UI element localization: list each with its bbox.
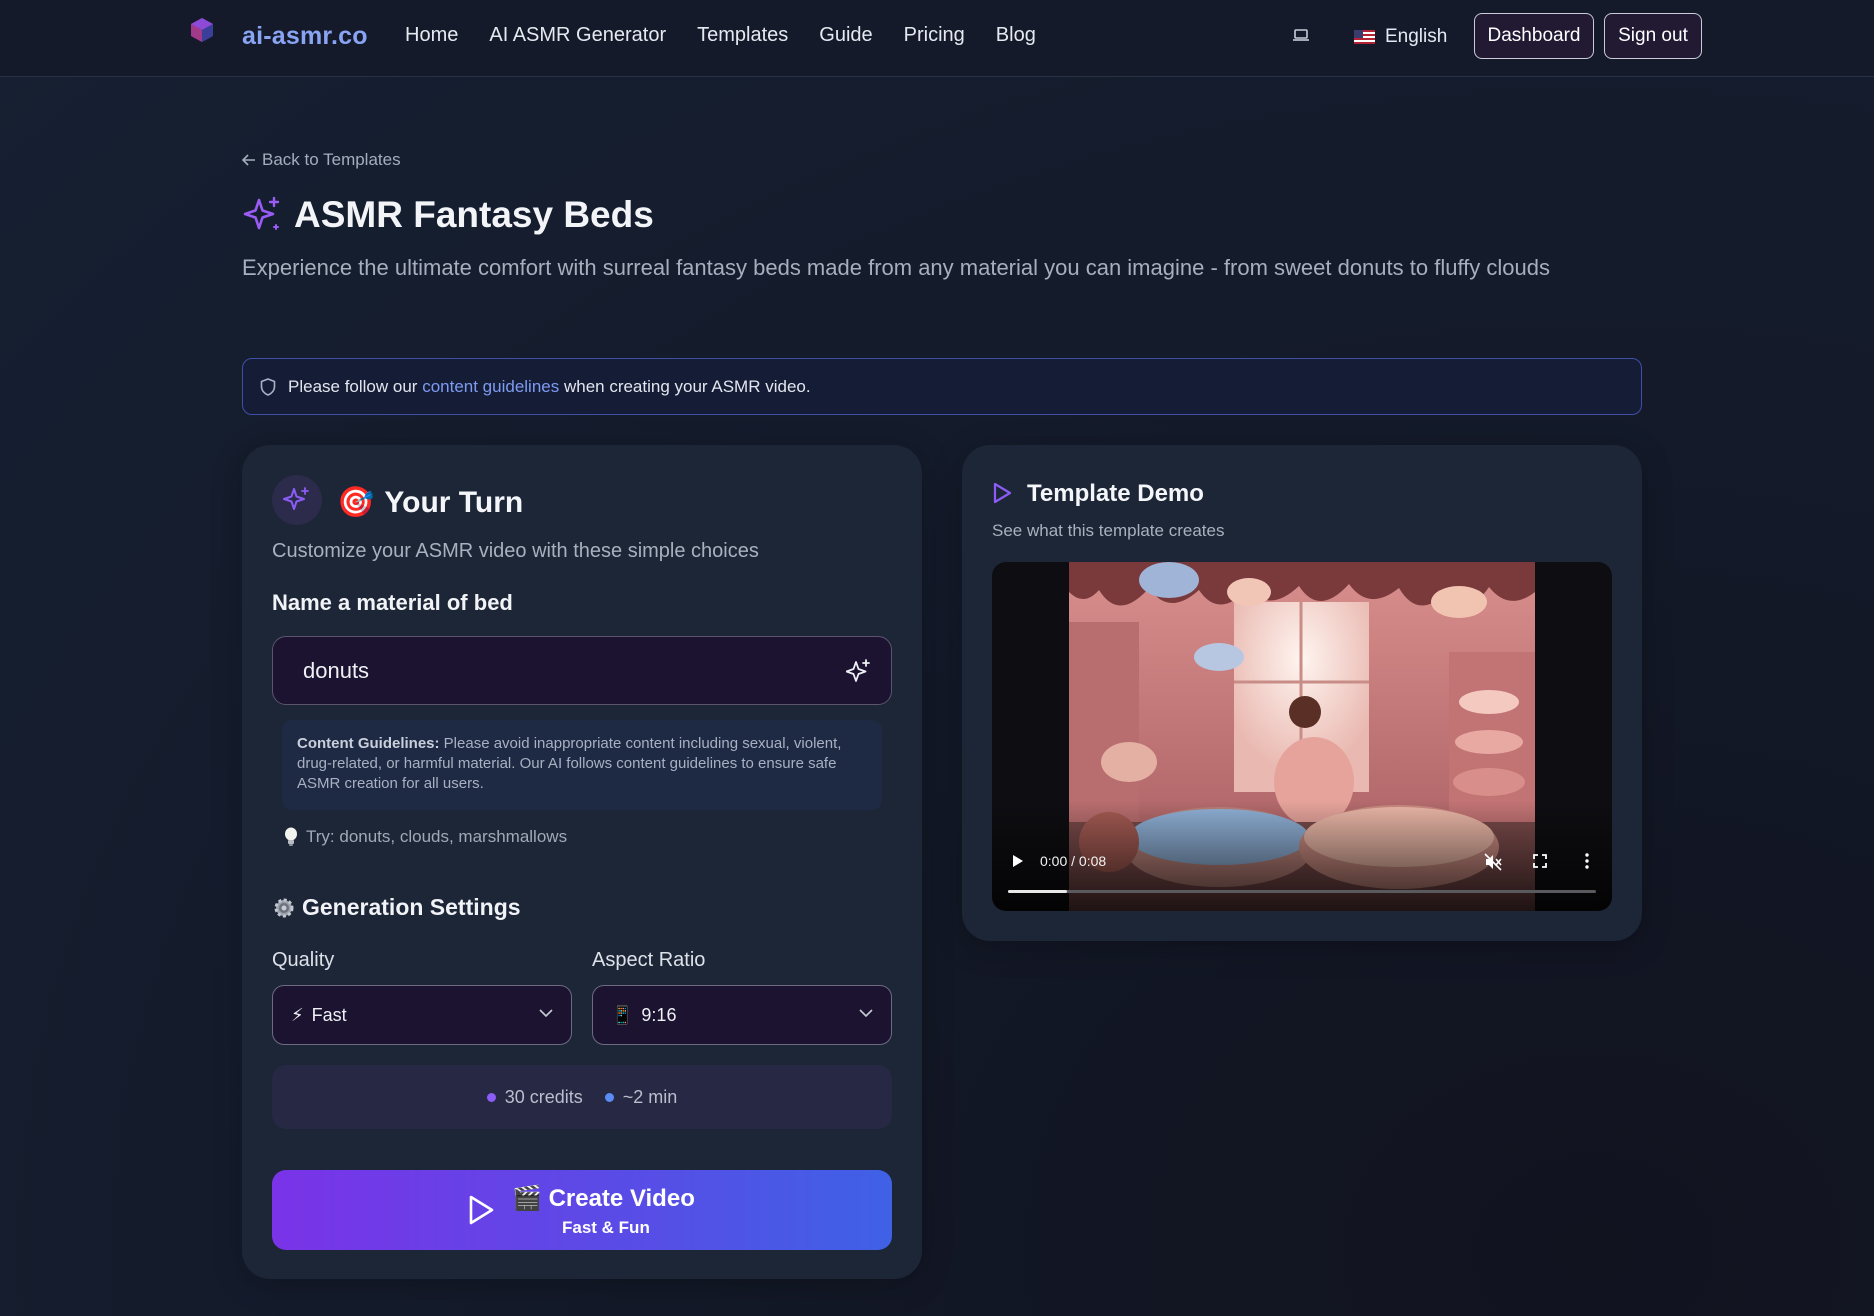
your-turn-heading: Your Turn	[384, 485, 524, 519]
demo-video-player[interactable]: 0:00 / 0:08	[992, 562, 1612, 911]
video-time: 0:00 / 0:08	[1040, 853, 1107, 869]
language-selector[interactable]: English	[1354, 26, 1447, 48]
play-outline-icon	[993, 482, 1012, 504]
video-progress-fill	[1008, 890, 1067, 893]
your-turn-title: 🎯 Your Turn	[337, 485, 523, 520]
your-turn-badge	[272, 475, 322, 525]
sign-out-button[interactable]: Sign out	[1604, 13, 1702, 59]
phone-icon: 📱	[611, 1004, 634, 1025]
try-suggestions: Try: donuts, clouds, marshmallows	[284, 827, 567, 847]
content-guidelines-notice: Please follow our content guidelines whe…	[242, 358, 1642, 415]
aspect-ratio-value: 9:16	[641, 1004, 677, 1025]
create-video-button[interactable]: 🎬 Create Video Fast & Fun	[272, 1170, 892, 1250]
video-progress-bar[interactable]	[1008, 890, 1596, 893]
page-title: ASMR Fantasy Beds	[294, 194, 654, 235]
duration-stat: ~2 min	[604, 1086, 678, 1108]
content-guidelines-link[interactable]: content guidelines	[422, 377, 559, 396]
play-icon	[469, 1195, 494, 1225]
nav-guide[interactable]: Guide	[819, 24, 872, 47]
guidelines-heading: Content Guidelines:	[297, 735, 440, 752]
chevron-down-icon	[539, 1009, 553, 1018]
shield-icon	[260, 377, 276, 396]
try-text: Try: donuts, clouds, marshmallows	[306, 827, 568, 846]
us-flag-icon	[1354, 30, 1375, 44]
aspect-ratio-label: Aspect Ratio	[592, 949, 706, 971]
quality-value: Fast	[311, 1004, 347, 1025]
template-demo-subtitle: See what this template creates	[992, 521, 1225, 540]
generation-settings-label: Generation Settings	[302, 894, 521, 920]
arrow-left-icon	[242, 154, 255, 166]
chevron-down-icon	[859, 1009, 873, 1018]
material-field-label: Name a material of bed	[272, 590, 513, 615]
page-subtitle: Experience the ultimate comfort with sur…	[242, 255, 1550, 280]
credits-value: 30 credits	[504, 1086, 583, 1107]
nav-home[interactable]: Home	[405, 24, 458, 47]
duration-value: ~2 min	[622, 1086, 678, 1107]
more-options-icon[interactable]	[1585, 853, 1589, 869]
back-label: Back to Templates	[262, 150, 401, 169]
create-video-label: 🎬 Create Video	[512, 1184, 695, 1213]
dashboard-button[interactable]: Dashboard	[1474, 13, 1594, 59]
content-guidelines-box: Content Guidelines: Please avoid inappro…	[282, 720, 882, 810]
your-turn-subtitle: Customize your ASMR video with these sim…	[272, 540, 759, 562]
gear-icon	[274, 898, 294, 917]
sparkles-icon	[283, 487, 309, 510]
lightbulb-icon	[285, 827, 297, 846]
template-demo-card: Template Demo See what this template cre…	[962, 445, 1642, 941]
quality-label: Quality	[272, 949, 335, 971]
nav-ai-asmr-generator[interactable]: AI ASMR Generator	[489, 24, 666, 47]
theme-toggle-monitor-icon[interactable]	[1293, 28, 1309, 42]
top-nav-bar: ai-asmr.co Home AI ASMR Generator Templa…	[0, 0, 1874, 77]
create-video-text: Create Video	[548, 1185, 695, 1212]
video-play-icon[interactable]	[1012, 854, 1024, 868]
aspect-ratio-select[interactable]: 📱 9:16	[592, 985, 892, 1045]
target-emoji-icon: 🎯	[337, 486, 375, 519]
nav-blog[interactable]: Blog	[996, 24, 1036, 47]
credits-dot	[486, 1093, 496, 1103]
logo-cube-icon[interactable]	[189, 17, 215, 43]
nav-pricing[interactable]: Pricing	[904, 24, 965, 47]
create-video-sublabel: Fast & Fun	[562, 1218, 650, 1237]
quality-select[interactable]: ⚡ Fast	[272, 985, 572, 1045]
credits-stat: 30 credits	[486, 1086, 583, 1108]
lightning-icon: ⚡	[291, 1004, 304, 1025]
notice-text: Please follow our content guidelines whe…	[288, 377, 811, 397]
notice-suffix: when creating your ASMR video.	[559, 376, 811, 396]
fullscreen-icon[interactable]	[1533, 854, 1547, 868]
sparkles-icon	[243, 196, 280, 230]
generation-settings-title: Generation Settings	[272, 894, 521, 921]
material-input[interactable]	[272, 636, 892, 705]
clapper-icon: 🎬	[512, 1185, 542, 1212]
template-demo-title: Template Demo	[1027, 480, 1204, 507]
muted-speaker-icon[interactable]	[1484, 853, 1502, 871]
nav-templates[interactable]: Templates	[697, 24, 788, 47]
main-nav: Home AI ASMR Generator Templates Guide P…	[405, 24, 1067, 47]
your-turn-card: 🎯 Your Turn Customize your ASMR video wi…	[242, 445, 922, 1279]
page-title-row: ASMR Fantasy Beds	[242, 194, 654, 236]
language-label: English	[1385, 26, 1448, 47]
magic-sparkles-icon[interactable]	[846, 658, 872, 684]
back-to-templates-link[interactable]: Back to Templates	[242, 150, 401, 170]
cost-estimate-bar: 30 credits ~2 min	[272, 1065, 892, 1129]
duration-dot	[604, 1093, 614, 1103]
logo-text[interactable]: ai-asmr.co	[242, 22, 368, 51]
notice-prefix: Please follow our	[288, 376, 423, 396]
